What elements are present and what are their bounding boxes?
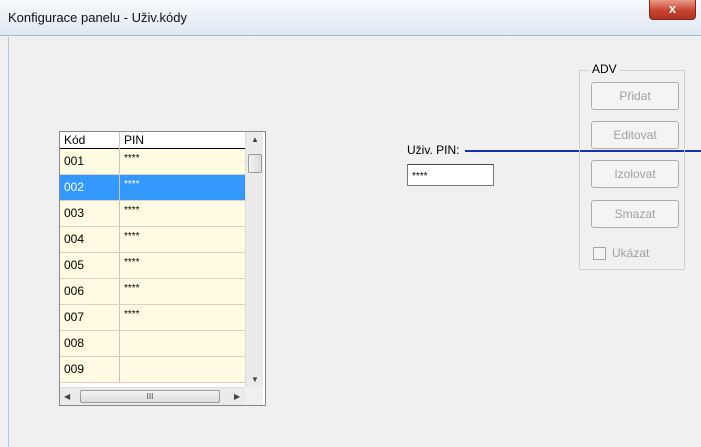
table-row[interactable]: 001 **** xyxy=(60,149,245,175)
cell-kod: 003 xyxy=(60,201,120,226)
table-row[interactable]: 008 xyxy=(60,331,245,357)
cell-kod: 004 xyxy=(60,227,120,252)
cell-kod: 008 xyxy=(60,331,120,356)
cell-pin: **** xyxy=(124,283,140,294)
cell-pin: **** xyxy=(124,257,140,268)
horizontal-scroll-thumb[interactable]: III xyxy=(80,390,220,403)
smazat-button[interactable]: Smazat xyxy=(591,200,679,228)
column-header-pin[interactable]: PIN xyxy=(120,132,245,149)
vertical-scrollbar[interactable]: ▲ ▼ xyxy=(245,132,263,387)
pridat-button[interactable]: Přidat xyxy=(591,82,679,110)
table-row[interactable]: 006 **** xyxy=(60,279,245,305)
izolovat-button-label: Izolovat xyxy=(614,167,656,181)
table-row[interactable]: 002 **** xyxy=(60,175,245,201)
scroll-right-arrow-icon[interactable]: ▶ xyxy=(234,392,240,401)
adv-group-legend: ADV xyxy=(589,62,620,76)
cell-pin xyxy=(120,331,245,356)
cell-kod: 009 xyxy=(60,357,120,382)
scroll-up-arrow-icon[interactable]: ▲ xyxy=(251,135,259,144)
table-row[interactable]: 009 xyxy=(60,357,245,383)
cell-kod: 002 xyxy=(60,175,120,200)
grid-rows: 001 **** 002 **** 003 **** 004 **** 005 **** 006 **… xyxy=(60,149,245,383)
user-codes-grid[interactable]: Kód PIN 001 **** 002 **** 003 **** 004 **** 005 *… xyxy=(59,131,266,406)
editovat-button[interactable]: Editovat xyxy=(591,121,679,149)
column-header-kod[interactable]: Kód xyxy=(60,132,120,149)
horizontal-scrollbar[interactable]: ◀ III ▶ xyxy=(60,387,245,405)
vertical-scroll-thumb[interactable] xyxy=(248,154,262,173)
table-row[interactable]: 005 **** xyxy=(60,253,245,279)
scroll-left-arrow-icon[interactable]: ◀ xyxy=(64,392,70,401)
close-button[interactable]: x xyxy=(649,0,696,20)
window-title: Konfigurace panelu - Uživ.kódy xyxy=(8,10,187,25)
ukazat-checkbox[interactable] xyxy=(593,247,606,260)
cell-kod: 005 xyxy=(60,253,120,278)
cell-kod: 006 xyxy=(60,279,120,304)
table-row[interactable]: 004 **** xyxy=(60,227,245,253)
scrollbar-corner xyxy=(245,387,263,405)
pridat-button-label: Přidat xyxy=(619,89,651,103)
cell-kod: 001 xyxy=(60,149,120,174)
smazat-button-label: Smazat xyxy=(614,207,656,221)
cell-pin: **** xyxy=(124,231,140,242)
table-row[interactable]: 003 **** xyxy=(60,201,245,227)
cell-pin: **** xyxy=(124,179,140,190)
table-row[interactable]: 007 **** xyxy=(60,305,245,331)
title-bar: Konfigurace panelu - Uživ.kódy x xyxy=(0,0,701,36)
izolovat-button[interactable]: Izolovat xyxy=(591,160,679,188)
scroll-down-arrow-icon[interactable]: ▼ xyxy=(251,375,259,384)
cell-kod: 007 xyxy=(60,305,120,330)
cell-pin: **** xyxy=(124,153,140,164)
cell-pin xyxy=(120,357,245,382)
cell-pin: **** xyxy=(124,309,140,320)
cell-pin: **** xyxy=(124,205,140,216)
user-pin-input[interactable] xyxy=(407,164,494,186)
ukazat-checkbox-label[interactable]: Ukázat xyxy=(612,246,649,260)
user-pin-label: Uživ. PIN: xyxy=(407,143,460,157)
grid-header: Kód PIN xyxy=(60,132,245,149)
editovat-button-label: Editovat xyxy=(613,128,657,142)
